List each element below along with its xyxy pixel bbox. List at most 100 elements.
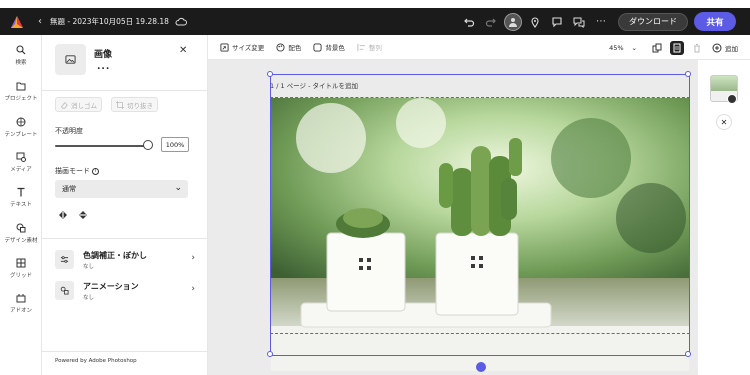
animation-value: なし [83,295,95,301]
resize-handle-bottom-right[interactable] [685,351,691,357]
location-pin-icon[interactable] [526,13,544,31]
opacity-slider-knob[interactable] [143,140,153,150]
document-title[interactable]: 無題 - 2023年10月05日 19.28.18 [50,16,169,27]
image-properties-panel: 画像 ... ✕ 消しゴム 切り抜き 不透明度 100% 描画モード i 通常 … [42,35,208,375]
crop-label: 切り抜き [127,101,153,110]
rail-item-search[interactable]: 検索 [0,45,42,66]
undo-icon[interactable] [460,13,478,31]
adobe-express-logo-icon[interactable] [10,15,24,29]
page-settings-icon[interactable] [727,94,737,104]
more-options-button[interactable]: ... [97,62,110,72]
rail-label: メディア [10,167,32,173]
opacity-label: 不透明度 [55,127,83,135]
page-guide-bottom [270,333,690,334]
text-icon [17,187,25,197]
app-window: ‹ 無題 - 2023年10月05日 19.28.18 ⋯ ダウンロード 共有 … [0,0,750,375]
resize-handle-bottom-left[interactable] [267,351,273,357]
add-label: 追加 [725,44,738,53]
resize-handle-top-right[interactable] [685,71,691,77]
rotate-handle[interactable] [476,362,486,372]
chat-bubbles-icon[interactable] [570,13,588,31]
image-icon [65,55,76,64]
sliders-icon [55,250,74,269]
resize-icon [220,42,229,52]
opacity-value-input[interactable]: 100% [161,137,189,152]
template-icon [16,117,26,127]
align-icon [357,43,365,51]
folder-icon [16,82,26,91]
top-bar-actions: ⋯ ダウンロード 共有 [458,8,750,35]
canvas-area: 1 / 1 ページ - タイトルを追加 [208,60,698,375]
background-color-label: 背景色 [325,44,345,52]
image-thumbnail [55,44,86,75]
search-icon [16,45,26,55]
blend-mode-text: 描画モード [55,167,90,175]
rail-item-media[interactable]: メディア [0,152,42,173]
trash-icon[interactable] [690,41,704,55]
top-bar: ‹ 無題 - 2023年10月05日 19.28.18 ⋯ ダウンロード 共有 [0,8,750,35]
eraser-icon [61,101,68,109]
palette-icon [276,42,285,52]
rail-item-grid[interactable]: グリッド [0,258,42,279]
left-rail: 検索 プロジェクト テンプレート メディア テキスト デザイン素材 グリッド ア… [0,35,42,375]
chevron-right-icon: › [191,284,195,294]
comment-icon[interactable] [548,13,566,31]
resize-handle-top-left[interactable] [267,71,273,77]
zoom-value: 45% [609,43,624,52]
chevron-down-icon: ⌄ [174,183,182,193]
blend-mode-label: 描画モード i [55,166,100,176]
page-guide-top [270,97,690,98]
arrange-label: 整列 [368,44,382,52]
animation-title: アニメーション [83,282,139,291]
back-chevron-icon[interactable]: ‹ [38,16,42,27]
color-adjust-title: 色調補正・ぼかし [83,251,147,260]
close-icon[interactable]: ✕ [179,45,187,56]
rail-label: グリッド [9,273,32,279]
flip-horizontal-icon[interactable] [58,210,68,220]
crop-button[interactable]: 切り抜き [111,97,158,112]
color-scheme-label: 配色 [288,44,302,52]
divider [42,238,208,239]
close-icon[interactable]: ✕ [716,114,732,130]
toolbar-right: 45% ⌄ 追加 [609,35,750,60]
rail-item-templates[interactable]: テンプレート [0,117,42,138]
rail-item-text[interactable]: テキスト [0,187,42,208]
share-button[interactable]: 共有 [694,12,736,31]
chevron-right-icon: › [191,253,195,263]
background-color-button[interactable]: 背景色 [313,42,345,52]
color-scheme-button[interactable]: 配色 [276,42,301,52]
erase-label: 消しゴム [71,101,97,110]
rail-label: テキスト [10,202,32,208]
selection-frame[interactable] [270,74,690,356]
cloud-icon[interactable] [175,17,187,27]
add-page-button[interactable]: 追加 [712,43,738,53]
rail-item-projects[interactable]: プロジェクト [0,81,42,102]
pages-view-icon[interactable] [670,40,684,55]
panel-title: 画像 [94,50,113,60]
collaborator-avatar-icon[interactable] [504,12,522,31]
divider [42,351,208,352]
animation-item[interactable]: アニメーション なし › [55,281,195,303]
download-button[interactable]: ダウンロード [618,12,688,31]
zoom-select[interactable]: 45% ⌄ [609,44,637,52]
rail-item-addons[interactable]: アドオン [0,293,42,314]
opacity-slider-track[interactable] [55,145,147,147]
divider [42,90,208,91]
rail-label: デザイン素材 [4,238,38,244]
color-adjust-blur-item[interactable]: 色調補正・ぼかし なし › [55,250,195,272]
blend-mode-select[interactable]: 通常 ⌄ [55,180,188,198]
arrange-button[interactable]: 整列 [357,42,382,52]
flip-vertical-icon[interactable] [78,210,88,220]
info-icon[interactable]: i [92,167,100,175]
shapes-icon [16,223,26,233]
more-options-icon[interactable]: ⋯ [592,13,610,31]
page-title-label[interactable]: 1 / 1 ページ - タイトルを追加 [270,80,358,90]
erase-button[interactable]: 消しゴム [55,97,102,112]
redo-icon[interactable] [482,13,500,31]
rail-item-design-assets[interactable]: デザイン素材 [0,223,42,244]
duplicate-icon[interactable] [650,41,664,55]
background-color-icon [313,42,322,52]
resize-label: サイズ変更 [232,44,265,52]
chevron-down-icon: ⌄ [631,43,637,52]
resize-button[interactable]: サイズ変更 [220,42,264,52]
